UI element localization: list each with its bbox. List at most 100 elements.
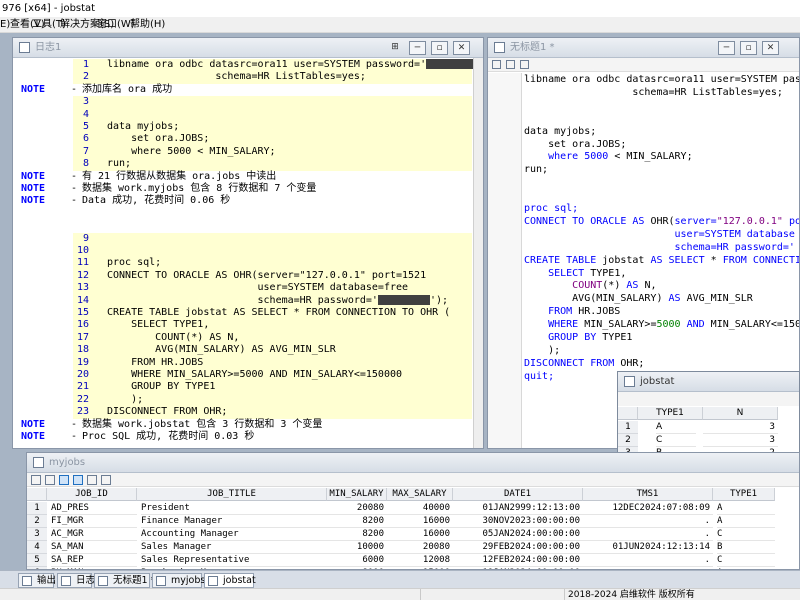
note-dash: - [71, 183, 78, 194]
code-token: FROM [524, 306, 579, 318]
grid-tool-icon[interactable] [87, 475, 97, 485]
jobstat-window-title: jobstat [640, 376, 675, 387]
editor-code-line: SELECT TYPE1, [524, 268, 626, 281]
taskbar-tab[interactable]: jobstat [204, 573, 256, 588]
log-note-line: NOTE - 有 21 行数据从数据集 ora.jobs 中读出 [13, 171, 472, 183]
taskbar-tab-label: myjobs [171, 575, 206, 586]
column-header[interactable]: TYPE1 [638, 407, 703, 420]
editor-code-line: set ora.JOBS; [524, 139, 626, 152]
editor-tool-icon[interactable] [492, 60, 501, 69]
column-header[interactable]: TYPE1 [713, 488, 775, 501]
log-code-text: ); [107, 393, 144, 405]
editor-code-line: DISCONNECT FROM OHR; [524, 358, 644, 371]
row-header[interactable]: 5 [27, 554, 47, 567]
status-divider [564, 589, 565, 600]
editor-tool-icon[interactable] [520, 60, 529, 69]
myjobs-window-title: myjobs [49, 457, 86, 468]
minimize-button[interactable]: ─ [409, 41, 426, 55]
editor-tool-icon[interactable] [506, 60, 515, 69]
editor-restore-button[interactable]: ▫ [740, 41, 757, 55]
myjobs-window-icon [33, 457, 44, 468]
code-token: po [782, 215, 800, 227]
editor-gutter [488, 73, 522, 448]
editor-code-line: COUNT(*) AS N, [524, 280, 656, 293]
row-header[interactable]: 2 [618, 434, 638, 447]
close-button[interactable]: ✕ [453, 41, 470, 55]
column-header[interactable]: DATE1 [453, 488, 583, 501]
jobstat-window-titlebar[interactable]: jobstat [618, 372, 799, 392]
log-scrollbar[interactable] [473, 58, 483, 448]
table-cell: 12DEC2024:07:08:09 [583, 502, 713, 515]
log-note-line: NOTE - Proc SQL 成功, 花费时间 0.03 秒 [13, 431, 472, 443]
grid-tool-icon[interactable] [31, 475, 41, 485]
status-divider [420, 589, 421, 600]
table-cell: . [583, 515, 713, 528]
table-cell: 12FEB2024:00:00:00 [453, 554, 583, 567]
editor-toolbar [488, 58, 799, 72]
note-text: 有 21 行数据从数据集 ora.jobs 中读出 [82, 170, 277, 182]
row-header[interactable]: 1 [27, 502, 47, 515]
table-cell: 20080 [387, 541, 453, 554]
log-code-text: run; [107, 158, 132, 170]
jobstat-toolbar [618, 392, 799, 406]
line-number: 18 [76, 344, 89, 356]
column-header[interactable]: TMS1 [583, 488, 713, 501]
editor-close-button[interactable]: ✕ [762, 41, 779, 55]
taskbar-tab[interactable]: 无标题1 * [94, 573, 155, 588]
code-token: 5000 [584, 151, 609, 163]
code-token: "127.0.0.1" [716, 215, 783, 227]
line-number: 6 [82, 133, 89, 145]
table-cell: 16000 [387, 515, 453, 528]
table-cell: 01JAN2999:12:13:00 [453, 502, 583, 515]
log-code-text: CONNECT TO ORACLE AS OHR(server="127.0.0… [107, 269, 427, 281]
grid-tool-icon[interactable] [101, 475, 111, 485]
code-token: COUNT [572, 280, 603, 292]
myjobs-toolbar [27, 473, 799, 487]
log-code-text: FROM HR.JOBS [107, 356, 204, 368]
grid-corner [27, 488, 47, 501]
table-cell: SA_REP [51, 554, 137, 567]
code-token: AVG_MIN_SLR [686, 293, 753, 305]
column-header[interactable]: MAX_SALARY [387, 488, 453, 501]
row-header[interactable]: 4 [27, 541, 47, 554]
menu-edit[interactable]: E) [0, 18, 10, 32]
taskbar-tab[interactable]: 输出1 [18, 573, 62, 588]
log-code-line: 19 FROM HR.JOBS [73, 356, 472, 369]
log-note-line: NOTE - 数据集 work.jobstat 包含 3 行数据和 3 个变量 [13, 419, 472, 431]
editor-minimize-button[interactable]: ─ [718, 41, 735, 55]
log-window-titlebar[interactable]: 日志1 ─ ▫ ✕ ⊞ [13, 38, 483, 58]
grid-tool-icon[interactable] [45, 475, 55, 485]
log-code-line: 9 [73, 232, 472, 245]
table-cell: . [583, 554, 713, 567]
column-header[interactable]: N [703, 407, 778, 420]
taskbar-tab[interactable]: myjobs [152, 573, 206, 588]
table-cell: 8200 [327, 528, 387, 541]
table-cell: 30NOV2023:00:00:00 [453, 515, 583, 528]
line-number: 23 [76, 406, 89, 418]
column-header[interactable]: JOB_ID [47, 488, 137, 501]
log-code-text: schema=HR password=' '); [107, 294, 448, 306]
row-header[interactable]: 2 [27, 515, 47, 528]
restore-button[interactable]: ▫ [431, 41, 448, 55]
column-header[interactable]: JOB_TITLE [137, 488, 327, 501]
myjobs-window-titlebar[interactable]: myjobs [27, 453, 799, 473]
line-number: 4 [82, 108, 89, 120]
table-cell: C [656, 434, 696, 447]
row-header[interactable]: 3 [27, 528, 47, 541]
code-token: OHR; [620, 357, 645, 369]
grid-tool-icon[interactable] [59, 475, 69, 485]
log-code-line: 2 schema=HR ListTables=yes; [73, 71, 472, 84]
password-suffix: '); [429, 294, 448, 306]
log-code-text: data myjobs; [107, 121, 180, 132]
note-text: 数据集 work.jobstat 包含 3 行数据和 3 个变量 [82, 418, 323, 430]
log-code-text: DISCONNECT FROM OHR; [107, 406, 228, 418]
menu-help[interactable]: 帮助(H) [130, 18, 165, 32]
taskbar-tab[interactable]: 日志1 [57, 573, 101, 588]
editor-window-titlebar[interactable]: 无标题1 * ─ ▫ ✕ [488, 38, 799, 58]
row-header[interactable]: 1 [618, 421, 638, 434]
pin-icon[interactable]: ⊞ [388, 41, 402, 55]
log-code-text: CREATE TABLE jobstat AS SELECT * FROM CO… [107, 307, 451, 318]
column-header[interactable]: MIN_SALARY [327, 488, 387, 501]
grid-tool-icon[interactable] [73, 475, 83, 485]
code-token: N, [644, 280, 657, 292]
